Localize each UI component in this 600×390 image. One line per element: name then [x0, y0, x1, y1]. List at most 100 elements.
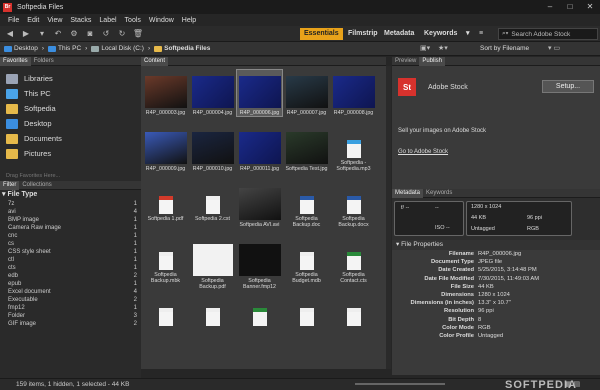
filter-row[interactable]: Excel document 4 [0, 288, 141, 296]
tab-keywords[interactable]: Keywords [423, 189, 455, 198]
thumbnail-item[interactable]: R4P_000007.jpg [284, 70, 329, 116]
menu-tools[interactable]: Tools [125, 17, 141, 24]
workspace-keywords[interactable]: Keywords [420, 28, 461, 40]
filter-row[interactable]: Executable 2 [0, 296, 141, 304]
thumbnail-size-slider[interactable] [355, 383, 445, 385]
thumbnail-item[interactable]: R4P_000004.jpg [190, 70, 235, 116]
forward-icon[interactable]: ▶ [20, 29, 32, 39]
menu-help[interactable]: Help [182, 17, 196, 24]
thumbnail-item[interactable] [284, 294, 329, 328]
tab-preview[interactable]: Preview [392, 57, 419, 66]
workspace-metadata[interactable]: Metadata [380, 28, 418, 40]
filter-row[interactable]: cnc 1 [0, 232, 141, 240]
quality-icon[interactable]: ▣▾ [420, 44, 430, 52]
refine-icon[interactable]: ⚙ [68, 29, 80, 39]
star-filter-icon[interactable]: ★▾ [438, 44, 448, 52]
filter-row[interactable]: cs 1 [0, 240, 141, 248]
search-field[interactable]: ⌕▾ Search Adobe Stock [498, 28, 598, 40]
favorite-libraries[interactable]: Libraries [0, 71, 141, 86]
favorite-softpedia[interactable]: Softpedia [0, 101, 141, 116]
thumbnail-item[interactable]: Softpedia Backup.pdf [190, 238, 235, 290]
filter-row[interactable]: epub 1 [0, 280, 141, 288]
workspace-essentials[interactable]: Essentials [300, 28, 343, 40]
filter-row[interactable]: 7z 1 [0, 200, 141, 208]
thumbnail-item[interactable]: Softpedia AVI.avi [237, 182, 282, 228]
tab-folders[interactable]: Folders [31, 57, 57, 66]
content-scrollbar[interactable] [386, 66, 391, 369]
thumbnail-item[interactable]: Softpedia 1.pdf [143, 182, 188, 222]
folder-open-icon[interactable]: ▾ ▭ [548, 44, 560, 52]
tab-favorites[interactable]: Favorites [0, 56, 31, 66]
rotate-left-icon[interactable]: ↺ [100, 29, 112, 39]
workspace-filmstrip[interactable]: Filmstrip [344, 28, 382, 40]
menu-window[interactable]: Window [149, 17, 174, 24]
chevron-right-icon: › [147, 45, 151, 52]
favorite-documents[interactable]: Documents [0, 131, 141, 146]
favorite-desktop[interactable]: Desktop [0, 116, 141, 131]
breadcrumb-this-pc[interactable]: This PC [48, 45, 81, 52]
recent-icon[interactable]: ▾ [36, 29, 48, 39]
tab-filter[interactable]: Filter [0, 180, 20, 190]
setup-button[interactable]: Setup... [542, 80, 594, 93]
go-to-stock-link[interactable]: Go to Adobe Stock [398, 149, 448, 155]
more-icon[interactable]: ≡ [475, 28, 487, 40]
thumbnail-item[interactable]: R4P_000010.jpg [190, 126, 235, 172]
favorite-this-pc[interactable]: This PC [0, 86, 141, 101]
camera-icon[interactable]: ◙ [84, 29, 96, 39]
menu-label[interactable]: Label [99, 17, 116, 24]
thumbnail-item[interactable]: Softpedia Contact.cts [331, 238, 376, 284]
file-properties-header[interactable]: ▾ File Properties [392, 240, 600, 250]
back-icon[interactable]: ◀ [4, 29, 16, 39]
thumbnail-item[interactable]: R4P_000008.jpg [331, 70, 376, 116]
filter-row[interactable]: CSS style sheet 1 [0, 248, 141, 256]
close-button[interactable]: ✕ [580, 0, 600, 14]
view-mode-icon[interactable]: ▦ ▤ [565, 380, 580, 388]
menu-stacks[interactable]: Stacks [70, 17, 91, 24]
thumbnail-item[interactable]: Softpedia Test.jpg [284, 126, 329, 172]
boomerang-icon[interactable]: ↶ [52, 29, 64, 39]
filter-row[interactable]: BMP image 1 [0, 216, 141, 224]
filter-header-file-type[interactable]: ▾ File Type [0, 190, 141, 200]
menu-edit[interactable]: Edit [27, 17, 39, 24]
thumbnail-item[interactable]: Softpedia Banner.fmp12 [237, 238, 282, 290]
filter-row[interactable]: GIF image 2 [0, 320, 141, 328]
thumbnail-item[interactable]: Softpedia Backup.doc [284, 182, 329, 228]
thumbnail-item[interactable] [143, 294, 188, 328]
breadcrumb-softpedia-files[interactable]: Softpedia Files [154, 45, 210, 52]
breadcrumb-local-disk[interactable]: Local Disk (C:) [91, 45, 144, 52]
breadcrumb-desktop[interactable]: Desktop [4, 45, 38, 52]
trash-icon[interactable]: 🗑 [132, 29, 144, 39]
thumbnail-item[interactable]: R4P_000003.jpg [143, 70, 188, 116]
thumbnail-item[interactable]: R4P_000011.jpg [237, 126, 282, 172]
thumbnail-item[interactable]: Softpedia Budget.mdb [284, 238, 329, 284]
tab-content[interactable]: Content [141, 56, 169, 66]
thumbnail-item[interactable] [237, 294, 282, 328]
minimize-button[interactable]: – [540, 0, 560, 14]
filter-row[interactable]: avi 4 [0, 208, 141, 216]
filter-row[interactable]: Folder 3 [0, 312, 141, 320]
menu-view[interactable]: View [47, 17, 62, 24]
filter-row[interactable]: ctl 1 [0, 256, 141, 264]
maximize-button[interactable]: □ [560, 0, 580, 14]
thumbnail-item[interactable]: R4P_000009.jpg [143, 126, 188, 172]
thumbnail-item[interactable] [190, 294, 235, 328]
thumbnail-label: Softpedia - Softpedia.mp3 [336, 160, 371, 172]
thumbnail-item[interactable]: Softpedia Backup.docx [331, 182, 376, 228]
tab-collections[interactable]: Collections [19, 181, 54, 190]
filter-row[interactable]: Camera Raw image 1 [0, 224, 141, 232]
tab-publish[interactable]: Publish [419, 56, 446, 66]
sort-dropdown[interactable]: Sort by Filename [480, 45, 529, 52]
thumbnail-item[interactable]: Softpedia 2.cst [190, 182, 235, 222]
favorite-pictures[interactable]: Pictures [0, 146, 141, 161]
thumbnail-item[interactable]: R4P_000006.jpg [236, 69, 283, 117]
thumbnail-item[interactable]: Softpedia Backup.mbk [143, 238, 188, 284]
menu-file[interactable]: File [8, 17, 19, 24]
thumbnail-item[interactable] [331, 294, 376, 328]
workspace-menu-icon[interactable]: ▾ [462, 28, 474, 40]
tab-metadata[interactable]: Metadata [392, 188, 424, 198]
filter-row[interactable]: fmp12 1 [0, 304, 141, 312]
rotate-right-icon[interactable]: ↻ [116, 29, 128, 39]
thumbnail-item[interactable]: Softpedia - Softpedia.mp3 [331, 126, 376, 172]
filter-row[interactable]: edb 2 [0, 272, 141, 280]
filter-row[interactable]: cts 1 [0, 264, 141, 272]
